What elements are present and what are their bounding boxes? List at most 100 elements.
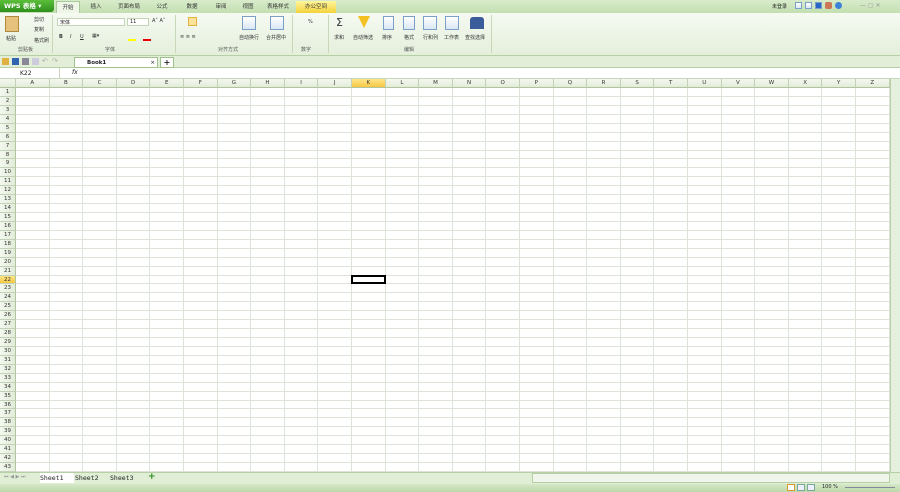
- column-header[interactable]: M: [419, 79, 453, 88]
- column-header[interactable]: F: [184, 79, 218, 88]
- wrap-text-button[interactable]: 自动换行: [239, 34, 259, 41]
- row-header[interactable]: 19: [0, 248, 16, 258]
- filter-icon[interactable]: [358, 16, 370, 28]
- page-layout-icon[interactable]: [797, 484, 805, 491]
- paste-icon[interactable]: [5, 16, 19, 32]
- doc-icon[interactable]: [815, 2, 822, 9]
- sum-button[interactable]: 求和: [334, 34, 344, 41]
- row-header[interactable]: 10: [0, 168, 16, 178]
- column-header[interactable]: T: [654, 79, 688, 88]
- row-header[interactable]: 39: [0, 427, 16, 437]
- row-header[interactable]: 41: [0, 445, 16, 455]
- percent-button[interactable]: %: [308, 19, 313, 25]
- user-icon[interactable]: [825, 2, 832, 9]
- row-col-icon[interactable]: [423, 16, 437, 30]
- vertical-scrollbar[interactable]: [890, 79, 900, 472]
- row-header[interactable]: 38: [0, 418, 16, 428]
- column-header[interactable]: D: [116, 79, 151, 88]
- column-header[interactable]: X: [788, 79, 823, 88]
- shirt-icon[interactable]: [805, 2, 812, 9]
- copy-button[interactable]: 复制: [34, 26, 44, 33]
- column-header[interactable]: Z: [856, 79, 890, 88]
- row-header[interactable]: 43: [0, 463, 16, 472]
- row-header[interactable]: 16: [0, 221, 16, 231]
- sheet-tab[interactable]: Sheet1: [40, 473, 74, 483]
- column-header[interactable]: P: [520, 79, 554, 88]
- tab-6[interactable]: 视图: [236, 1, 260, 13]
- row-header[interactable]: 7: [0, 141, 16, 151]
- row-header[interactable]: 37: [0, 409, 16, 419]
- row-header[interactable]: 29: [0, 338, 16, 347]
- selected-cell[interactable]: [351, 274, 386, 285]
- find-select-button[interactable]: 查找选择: [465, 34, 485, 41]
- page-break-icon[interactable]: [807, 484, 815, 491]
- row-header[interactable]: 31: [0, 355, 16, 365]
- tab-4[interactable]: 数据: [178, 1, 206, 13]
- column-header[interactable]: L: [385, 79, 420, 88]
- worksheet-icon[interactable]: [445, 16, 459, 30]
- row-header[interactable]: 5: [0, 123, 16, 133]
- row-header[interactable]: 20: [0, 257, 16, 267]
- row-header[interactable]: 28: [0, 329, 16, 339]
- login-status[interactable]: 未登录: [772, 3, 787, 10]
- tab-1[interactable]: 插入: [82, 1, 110, 13]
- merge-center-icon[interactable]: [270, 16, 284, 30]
- column-header[interactable]: S: [620, 79, 655, 88]
- redo-icon[interactable]: ↷: [52, 58, 59, 65]
- tab-0[interactable]: 开始: [56, 1, 80, 13]
- column-header[interactable]: K: [352, 79, 386, 88]
- tab-7[interactable]: 表格样式: [262, 1, 294, 13]
- tab-5[interactable]: 审阅: [208, 1, 234, 13]
- format-button[interactable]: 格式: [404, 34, 414, 41]
- row-header[interactable]: 17: [0, 230, 16, 240]
- row-header[interactable]: 2: [0, 96, 16, 106]
- tab-2[interactable]: 页面布局: [112, 1, 146, 13]
- format-painter-button[interactable]: 格式刷: [34, 37, 49, 44]
- column-header[interactable]: N: [452, 79, 487, 88]
- row-header[interactable]: 15: [0, 213, 16, 222]
- skin-icon[interactable]: [795, 2, 802, 9]
- border-icon[interactable]: ▦▾: [92, 33, 99, 39]
- column-header[interactable]: A: [16, 79, 50, 88]
- row-header[interactable]: 6: [0, 132, 16, 142]
- row-header[interactable]: 4: [0, 114, 16, 124]
- underline-button[interactable]: U: [80, 34, 84, 40]
- sort-icon[interactable]: [383, 16, 394, 30]
- format-icon[interactable]: [403, 16, 415, 30]
- row-col-button[interactable]: 行和列: [423, 34, 438, 41]
- sum-icon[interactable]: Σ: [336, 16, 343, 29]
- name-box[interactable]: K22: [0, 68, 60, 79]
- column-header[interactable]: O: [486, 79, 520, 88]
- select-all-corner[interactable]: [0, 79, 16, 88]
- row-header[interactable]: 18: [0, 239, 16, 249]
- row-header[interactable]: 24: [0, 293, 16, 303]
- column-header[interactable]: C: [83, 79, 117, 88]
- sheet-tab[interactable]: Sheet2: [75, 473, 109, 483]
- save-icon[interactable]: [12, 58, 19, 65]
- worksheet-button[interactable]: 工作表: [444, 34, 459, 41]
- tab-8[interactable]: 办公空间: [296, 1, 336, 13]
- column-header[interactable]: U: [688, 79, 722, 88]
- row-header[interactable]: 40: [0, 436, 16, 446]
- normal-view-icon[interactable]: [787, 484, 795, 491]
- undo-icon[interactable]: ↶: [42, 58, 49, 65]
- column-header[interactable]: R: [587, 79, 621, 88]
- row-header[interactable]: 32: [0, 364, 16, 374]
- column-header[interactable]: Q: [553, 79, 588, 88]
- bold-button[interactable]: B: [59, 34, 63, 40]
- row-header[interactable]: 26: [0, 311, 16, 321]
- column-header[interactable]: J: [318, 79, 352, 88]
- paste-button[interactable]: 粘贴: [6, 35, 16, 42]
- row-header[interactable]: 1: [0, 88, 16, 97]
- print-icon[interactable]: [22, 58, 29, 65]
- cut-button[interactable]: 剪切: [34, 16, 44, 23]
- zoom-slider[interactable]: [845, 487, 895, 488]
- row-header[interactable]: 35: [0, 391, 16, 401]
- column-header[interactable]: B: [49, 79, 84, 88]
- column-header[interactable]: H: [251, 79, 285, 88]
- column-header[interactable]: I: [284, 79, 319, 88]
- row-header[interactable]: 12: [0, 186, 16, 196]
- font-size-up-icon[interactable]: A˄ A˅: [152, 18, 165, 24]
- sheet-nav-arrows[interactable]: ⏮ ◀ ▶ ⏭: [4, 474, 25, 480]
- zoom-level[interactable]: 100 %: [822, 484, 838, 490]
